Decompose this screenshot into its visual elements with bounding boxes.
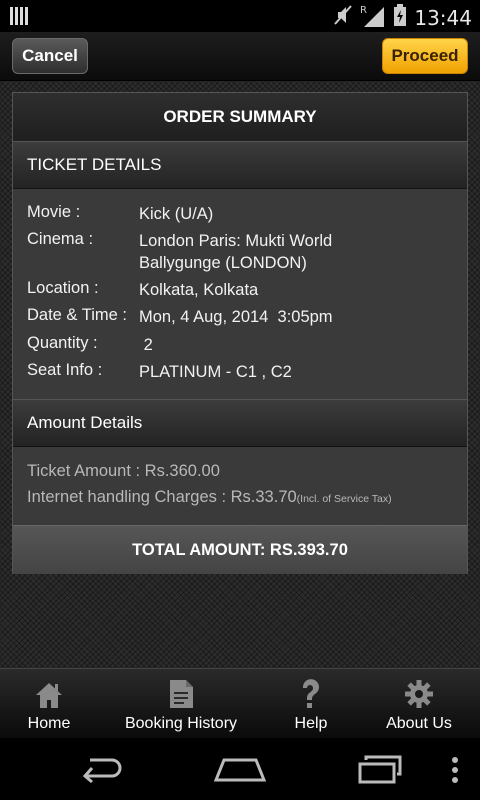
internet-charges: Internet handling Charges : Rs.33.70 bbox=[27, 488, 297, 506]
bottom-tab-bar: Home Booking History Help About Us bbox=[0, 668, 480, 739]
document-icon bbox=[168, 675, 194, 709]
battery-icon bbox=[394, 4, 407, 31]
ticket-details-heading: TICKET DETAILS bbox=[13, 141, 467, 189]
tab-about-us[interactable]: About Us bbox=[370, 669, 468, 739]
row-value: London Paris: Mukti World Ballygunge (LO… bbox=[139, 232, 333, 272]
clock: 13:44 bbox=[414, 5, 472, 30]
tab-label: Booking History bbox=[124, 715, 238, 732]
tab-label: About Us bbox=[386, 715, 452, 732]
internet-charges-row: Internet handling Charges : Rs.33.70(Inc… bbox=[27, 488, 392, 507]
tab-home[interactable]: Home bbox=[0, 669, 98, 739]
row-label: Date & Time : bbox=[27, 306, 127, 324]
home-icon bbox=[34, 675, 64, 709]
order-summary-card: ORDER SUMMARY TICKET DETAILS Movie : Kic… bbox=[12, 92, 468, 574]
order-summary-title: ORDER SUMMARY bbox=[13, 93, 467, 142]
tab-help[interactable]: Help bbox=[270, 669, 352, 739]
signal-bars-icon bbox=[10, 7, 30, 30]
ticket-amount: Ticket Amount : Rs.360.00 bbox=[27, 462, 220, 480]
action-bar: Cancel Proceed bbox=[0, 32, 480, 81]
row-value: Mon, 4 Aug, 2014 3:05pm bbox=[139, 308, 333, 326]
row-label: Cinema : bbox=[27, 230, 94, 248]
row-label: Quantity : bbox=[27, 334, 98, 352]
row-value: Kick (U/A) bbox=[139, 205, 214, 223]
roaming-r-icon: R bbox=[360, 3, 386, 32]
recent-apps-icon[interactable] bbox=[356, 754, 404, 789]
overflow-menu-icon[interactable] bbox=[450, 756, 460, 789]
tab-label: Home bbox=[27, 715, 71, 732]
home-outline-icon[interactable] bbox=[213, 756, 267, 787]
mute-icon bbox=[334, 4, 353, 31]
row-label: Seat Info : bbox=[27, 361, 103, 379]
total-amount: TOTAL AMOUNT: RS.393.70 bbox=[13, 525, 467, 574]
row-value: 2 bbox=[139, 336, 153, 354]
back-icon[interactable] bbox=[78, 754, 124, 789]
status-bar: R 13:44 bbox=[0, 0, 480, 32]
tab-booking-history[interactable]: Booking History bbox=[110, 669, 252, 739]
tab-label: Help bbox=[294, 715, 328, 732]
svg-text:R: R bbox=[360, 5, 367, 16]
cancel-button[interactable]: Cancel bbox=[12, 38, 88, 74]
row-label: Movie : bbox=[27, 203, 81, 221]
amount-details-heading: Amount Details bbox=[13, 399, 467, 447]
system-nav-bar bbox=[0, 738, 480, 800]
gear-icon bbox=[404, 675, 434, 709]
row-label: Location : bbox=[27, 279, 99, 297]
row-value: Kolkata, Kolkata bbox=[139, 281, 259, 299]
row-value: PLATINUM - C1 , C2 bbox=[139, 363, 292, 381]
service-tax-note: (Incl. of Service Tax) bbox=[296, 493, 392, 505]
question-icon bbox=[300, 675, 322, 709]
proceed-button[interactable]: Proceed bbox=[382, 38, 468, 74]
